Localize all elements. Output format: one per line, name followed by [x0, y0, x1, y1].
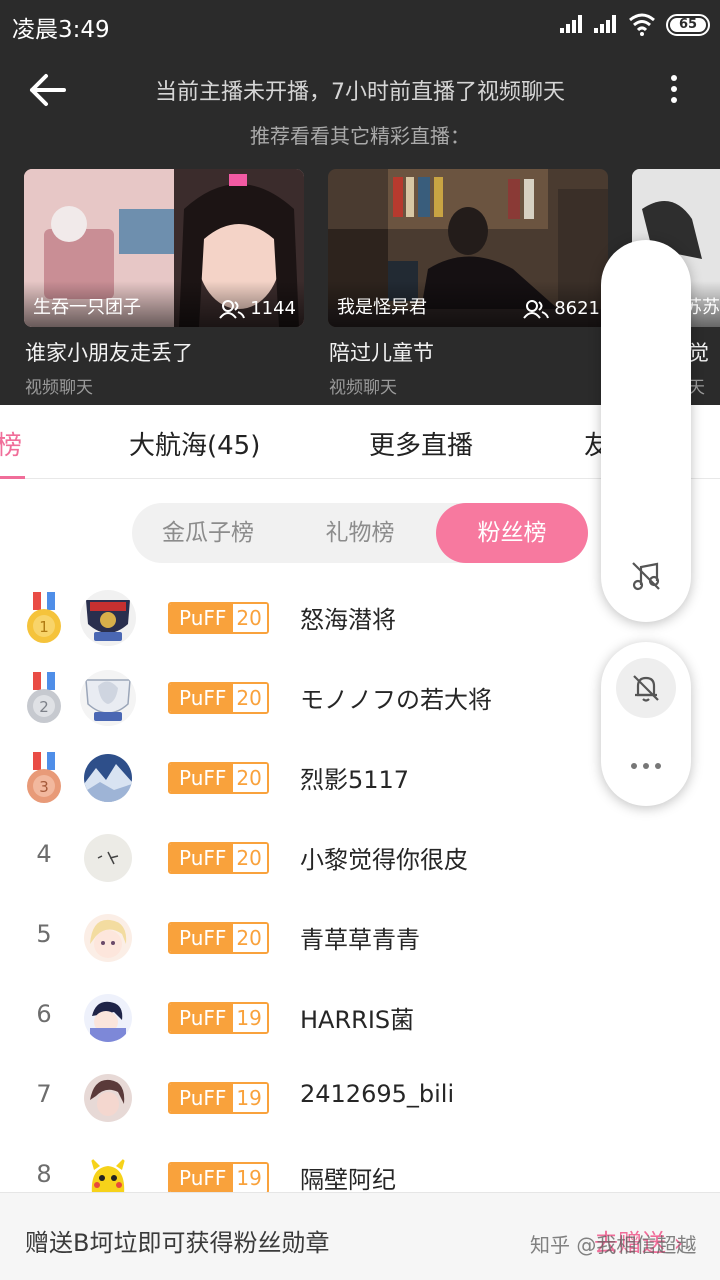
battery-icon: 65	[666, 14, 710, 36]
card-category: 视频聊天	[329, 378, 397, 398]
fan-medal-name: PuFF	[170, 924, 234, 952]
fan-medal-hint: 赠送B坷垃即可获得粉丝勋章	[25, 1229, 330, 1257]
card-title: 陪过儿童节	[329, 341, 434, 365]
user-name[interactable]: モノノフの若大将	[300, 680, 492, 715]
more-options-icon[interactable]	[660, 70, 688, 110]
viewer-count-value: 1144	[250, 298, 296, 319]
user-avatar[interactable]	[84, 834, 132, 882]
user-name[interactable]: 2412695_bili	[300, 1080, 454, 1108]
rank-number: 5	[36, 920, 52, 948]
fan-medal-name: PuFF	[170, 1084, 234, 1112]
user-name[interactable]: HARRIS菌	[300, 1000, 414, 1035]
rank-type-switch: 金瓜子榜 礼物榜 粉丝榜	[132, 503, 588, 563]
card-title: 谁家小朋友走丢了	[25, 341, 193, 365]
status-time: 凌晨3:49	[12, 17, 110, 43]
rank-number: 8	[36, 1160, 52, 1188]
viewers-icon	[523, 299, 550, 319]
fan-medal-badge: PuFF 19	[168, 1002, 269, 1034]
offline-message: 当前主播未开播，7小时前直播了视频聊天	[155, 80, 565, 105]
gold-medal-icon: 1	[27, 592, 61, 643]
live-thumbnail: 生吞一只团子 1144	[24, 169, 304, 327]
fan-medal-badge: PuFF 20	[168, 842, 269, 874]
user-name[interactable]: 小黎觉得你很皮	[300, 840, 468, 875]
fan-medal-badge: PuFF 20	[168, 922, 269, 954]
rank-number: 4	[36, 840, 52, 868]
fan-medal-level: 19	[233, 1084, 267, 1112]
fan-medal-level: 20	[233, 764, 267, 792]
gift-prompt-bar: 赠送B坷垃即可获得粉丝勋章 去赠送 › 知乎 @我相信超越	[0, 1192, 720, 1280]
rank-row[interactable]: 7 PuFF 19 2412695_bili	[0, 1058, 720, 1138]
rank-row[interactable]: 6 PuFF 19 HARRIS菌	[0, 978, 720, 1058]
user-avatar[interactable]	[84, 994, 132, 1042]
fan-medal-badge: PuFF 19	[168, 1162, 269, 1194]
recommended-live-card[interactable]: 我是怪异君 8621 陪过儿童节 视频聊天	[328, 169, 608, 398]
watermark: 知乎 @我相信超越	[530, 1233, 697, 1257]
user-avatar[interactable]	[84, 1074, 132, 1122]
bronze-medal-icon: 3	[27, 752, 61, 803]
cell-signal-icon	[560, 15, 588, 33]
fan-medal-name: PuFF	[170, 844, 234, 872]
notification-off-button[interactable]	[616, 658, 676, 718]
rank-row[interactable]: 5 PuFF 20 青草草青青	[0, 898, 720, 978]
user-avatar[interactable]	[84, 754, 132, 802]
fan-medal-name: PuFF	[170, 1004, 234, 1032]
rank-number: 7	[36, 1080, 52, 1108]
svg-text:1: 1	[39, 618, 49, 636]
recommend-message: 推荐看看其它精彩直播：	[250, 124, 470, 148]
fan-medal-level: 19	[233, 1164, 267, 1192]
battery-level: 65	[670, 18, 706, 32]
fan-medal-badge: PuFF 20	[168, 682, 269, 714]
segment-fan-rank[interactable]: 粉丝榜	[436, 503, 588, 563]
fan-medal-name: PuFF	[170, 604, 234, 632]
tab-rank[interactable]: 榜	[0, 425, 22, 462]
user-name[interactable]: 隔壁阿纪	[300, 1160, 396, 1195]
floating-action-panel	[601, 642, 691, 806]
svg-text:2: 2	[39, 698, 49, 716]
tab-more-live[interactable]: 更多直播	[369, 425, 473, 462]
fan-medal-badge: PuFF 20	[168, 602, 269, 634]
fan-medal-level: 20	[233, 844, 267, 872]
tab-guard[interactable]: 大航海(45)	[129, 425, 260, 462]
music-off-button[interactable]	[616, 546, 676, 606]
user-name[interactable]: 烈影5117	[300, 760, 409, 795]
silver-medal-icon: 2	[27, 672, 61, 723]
active-tab-indicator	[0, 476, 25, 479]
card-host-name: 我是怪异君	[337, 297, 427, 318]
card-host-name: 生吞一只团子	[33, 297, 141, 318]
rank-number: 6	[36, 1000, 52, 1028]
card-viewer-count: 8621	[523, 298, 600, 319]
viewers-icon	[219, 299, 246, 319]
fan-medal-level: 19	[233, 1004, 267, 1032]
user-avatar[interactable]	[80, 670, 136, 726]
viewer-count-value: 8621	[554, 298, 600, 319]
recommended-live-card[interactable]: 生吞一只团子 1144 谁家小朋友走丢了 视频聊天	[24, 169, 304, 398]
card-viewer-count: 1144	[219, 298, 296, 319]
fan-medal-level: 20	[233, 924, 267, 952]
card-category: 视频聊天	[25, 378, 93, 398]
cell-signal-icon-2	[594, 15, 622, 33]
fan-medal-level: 20	[233, 604, 267, 632]
fan-medal-name: PuFF	[170, 764, 234, 792]
segment-gold-seed-rank[interactable]: 金瓜子榜	[132, 503, 284, 563]
fan-medal-name: PuFF	[170, 1164, 234, 1192]
svg-text:3: 3	[39, 778, 49, 796]
fan-medal-badge: PuFF 20	[168, 762, 269, 794]
floating-music-panel	[601, 240, 691, 622]
bell-off-icon	[633, 675, 659, 702]
user-name[interactable]: 怒海潜将	[300, 600, 396, 635]
fan-medal-name: PuFF	[170, 684, 234, 712]
wifi-icon	[629, 13, 655, 36]
user-name[interactable]: 青草草青青	[300, 920, 420, 955]
user-avatar[interactable]	[80, 590, 136, 646]
fan-medal-badge: PuFF 19	[168, 1082, 269, 1114]
live-thumbnail: 我是怪异君 8621	[328, 169, 608, 327]
music-off-icon	[632, 562, 660, 591]
segment-gift-rank[interactable]: 礼物榜	[284, 503, 436, 563]
more-actions-button[interactable]	[616, 736, 676, 796]
ellipsis-icon	[631, 763, 661, 769]
rank-row[interactable]: 4 PuFF 20 小黎觉得你很皮	[0, 818, 720, 898]
status-bar: 凌晨3:49 65	[0, 0, 720, 50]
fan-medal-level: 20	[233, 684, 267, 712]
user-avatar[interactable]	[84, 914, 132, 962]
